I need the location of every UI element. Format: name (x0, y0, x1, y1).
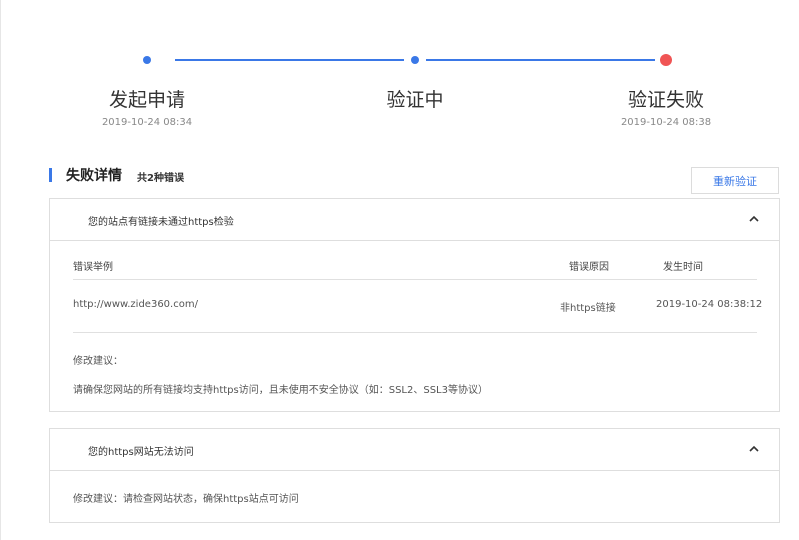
col-header-time: 发生时间 (663, 262, 703, 273)
step-dot-failed (660, 54, 672, 66)
col-header-example: 错误举例 (73, 262, 113, 273)
chevron-up-icon[interactable] (747, 212, 761, 226)
step-connector-2 (426, 59, 655, 61)
error-panel-https-unreachable: 您的https网站无法访问 修改建议：请检查网站状态，确保https站点可访问 (49, 428, 780, 523)
suggestion-text: 修改建议：请检查网站状态，确保https站点可访问 (73, 494, 299, 505)
suggestion-text: 请确保您网站的所有链接均支持https访问，且未使用不安全协议（如：SSL2、S… (73, 385, 488, 396)
panel-header[interactable]: 您的站点有链接未通过https检验 (50, 199, 779, 241)
table-bottom-divider (73, 332, 757, 333)
error-count: 共2种错误 (137, 173, 184, 184)
error-panel-https-links: 您的站点有链接未通过https检验 错误举例 错误原因 发生时间 http://… (49, 198, 780, 412)
step-time-apply: 2019-10-24 08:34 (101, 117, 193, 128)
table-header-divider (73, 279, 757, 280)
chevron-up-icon[interactable] (747, 442, 761, 456)
panel-header[interactable]: 您的https网站无法访问 (50, 429, 779, 471)
reverify-button[interactable]: 重新验证 (691, 167, 779, 194)
section-title: 失败详情 (66, 168, 122, 184)
suggestion-label: 修改建议： (73, 356, 123, 367)
step-title-verifying: 验证中 (386, 89, 444, 111)
progress-steps: 发起申请 验证中 验证失败 2019-10-24 08:34 2019-10-2… (0, 0, 799, 140)
step-title-failed: 验证失败 (627, 89, 704, 111)
cell-time: 2019-10-24 08:38:12 (656, 299, 763, 310)
panel-title: 您的站点有链接未通过https检验 (88, 217, 234, 228)
panel-title: 您的https网站无法访问 (88, 447, 194, 458)
step-dot-apply (143, 56, 151, 64)
step-dot-verifying (411, 56, 419, 64)
col-header-reason: 错误原因 (569, 262, 609, 273)
cell-example-url: http://www.zide360.com/ (73, 299, 198, 310)
section-accent-bar (49, 168, 52, 182)
step-title-apply: 发起申请 (108, 89, 185, 111)
cell-reason: 非https链接 (560, 303, 616, 314)
step-connector-1 (175, 59, 404, 61)
step-time-failed: 2019-10-24 08:38 (620, 117, 712, 128)
